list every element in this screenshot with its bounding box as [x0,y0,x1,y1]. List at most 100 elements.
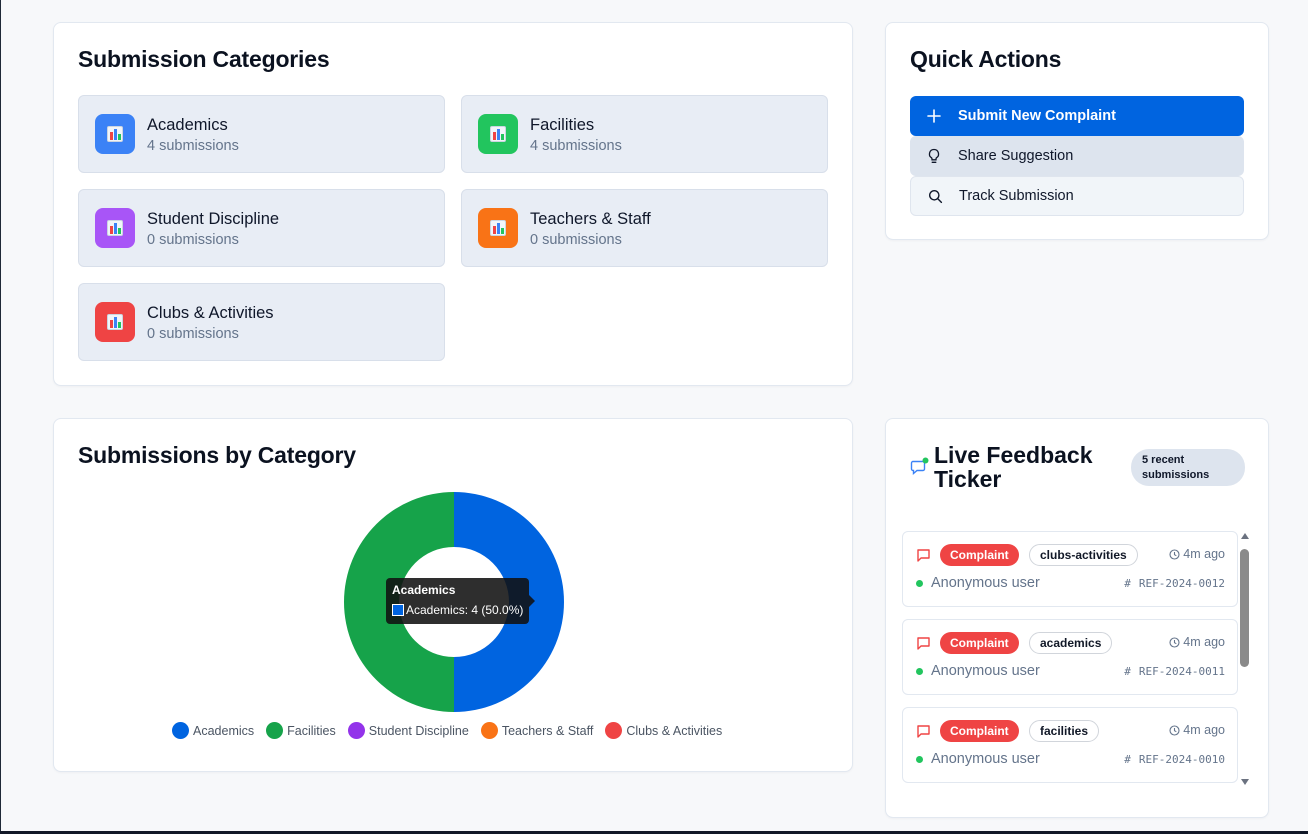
category-count: 0 submissions [530,232,622,248]
category-tile-clubs-activities[interactable]: Clubs & Activities 0 submissions [78,283,445,361]
timestamp: 4m ago [1169,723,1225,737]
categories-card: Submission Categories Academics 4 submis… [53,22,853,386]
legend-label: Clubs & Activities [626,723,723,738]
live-feedback-title-line2: Ticker [934,466,1002,492]
legend-item-facilities[interactable]: Facilities [266,722,336,739]
reference-id: # REF-2024-0012 [1124,577,1225,590]
legend-item-student-discipline[interactable]: Student Discipline [347,722,469,739]
quick-actions-card: Quick Actions Submit New Complaint Share… [885,22,1269,240]
timestamp-text: 4m ago [1183,723,1225,737]
tooltip-body: Academics: 4 (50.0%) [406,603,524,617]
category-tile-student-discipline[interactable]: Student Discipline 0 submissions [78,189,445,267]
message-icon [917,637,930,650]
recent-count-badge: 5 recent submissions [1131,449,1245,486]
type-badge: Complaint [940,720,1019,742]
share-suggestion-button[interactable]: Share Suggestion [910,136,1244,176]
category-tag: academics [1029,632,1113,654]
reference-text: REF-2024-0010 [1138,753,1225,766]
live-feedback-title: Live Feedback Ticker [934,443,1093,491]
message-live-icon [910,457,929,476]
legend-label: Facilities [287,723,336,738]
category-tile-teachers-staff[interactable]: Teachers & Staff 0 submissions [461,189,828,267]
legend-swatch [605,722,623,739]
message-icon [917,549,930,562]
category-tile-facilities[interactable]: Facilities 4 submissions [461,95,828,173]
legend-label: Teachers & Staff [501,723,594,738]
category-count: 4 submissions [147,138,239,154]
chart-legend: Academics Facilities Student Discipline Tea… [172,722,734,739]
feed-scrollbar[interactable] [1240,533,1250,785]
status-dot [916,668,923,675]
chart-bar-icon [95,208,135,248]
category-name: Clubs & Activities [147,304,274,322]
clock-icon [1169,636,1180,648]
category-name: Facilities [530,116,595,134]
legend-swatch [266,722,284,739]
category-name: Teachers & Staff [530,210,651,228]
chart-bar-icon [478,208,518,248]
reference-text: REF-2024-0011 [1138,665,1225,678]
search-icon [911,189,959,204]
tooltip-swatch [392,604,404,616]
category-tile-academics[interactable]: Academics 4 submissions [78,95,445,173]
legend-label: Student Discipline [368,723,469,738]
legend-item-teachers-staff[interactable]: Teachers & Staff [480,722,594,739]
user-label: Anonymous user [931,663,1040,679]
submit-complaint-label: Submit New Complaint [958,108,1116,124]
timestamp: 4m ago [1169,635,1225,649]
message-icon [917,725,930,738]
category-count: 0 submissions [147,232,239,248]
timestamp: 4m ago [1169,547,1225,561]
type-badge: Complaint [940,544,1019,566]
reference-id: # REF-2024-0010 [1124,753,1225,766]
scroll-down-arrow-icon[interactable] [1241,779,1249,785]
window-frame-left [0,0,1,834]
submissions-chart-card: Submissions by Category Academics Academ… [53,418,853,772]
scroll-thumb[interactable] [1240,549,1249,667]
reference-id: # REF-2024-0011 [1124,665,1225,678]
hash-icon: # [1124,665,1131,678]
live-feedback-title-line1: Live Feedback [934,442,1093,468]
clock-icon [1169,724,1180,736]
category-count: 0 submissions [147,326,239,342]
categories-title: Submission Categories [78,46,330,72]
user-label: Anonymous user [931,751,1040,767]
track-submission-button[interactable]: Track Submission [910,176,1244,216]
hash-icon: # [1124,753,1131,766]
category-tag: clubs-activities [1029,544,1138,566]
chart-title: Submissions by Category [78,442,356,468]
user-label: Anonymous user [931,575,1040,591]
lightbulb-icon [910,148,958,164]
legend-swatch [347,722,365,739]
type-badge: Complaint [940,632,1019,654]
plus-icon [910,109,958,123]
legend-swatch [480,722,498,739]
chart-tooltip: Academics Academics: 4 (50.0%) [386,578,535,624]
scroll-up-arrow-icon[interactable] [1241,533,1249,539]
timestamp-text: 4m ago [1183,635,1225,649]
clock-icon [1169,548,1180,560]
feedback-item[interactable]: Complaint facilities 4m ago Anonymous us… [902,707,1238,783]
category-tag: facilities [1029,720,1100,742]
category-name: Student Discipline [147,210,280,228]
quick-actions-title: Quick Actions [910,46,1062,72]
category-name: Academics [147,116,228,134]
share-suggestion-label: Share Suggestion [958,148,1074,164]
submit-complaint-button[interactable]: Submit New Complaint [910,96,1244,136]
hash-icon: # [1124,577,1131,590]
reference-text: REF-2024-0012 [1138,577,1225,590]
status-dot [916,756,923,763]
tooltip-caret [529,595,535,607]
feedback-item[interactable]: Complaint clubs-activities 4m ago Anonym… [902,531,1238,607]
chart-bar-icon [95,302,135,342]
legend-item-clubs-activities[interactable]: Clubs & Activities [605,722,722,739]
feedback-list[interactable]: Complaint clubs-activities 4m ago Anonym… [902,531,1238,787]
tooltip-title: Academics [392,583,456,597]
chart-bar-icon [478,114,518,154]
track-submission-label: Track Submission [959,188,1074,204]
recent-count-line1: 5 recent [1142,454,1185,466]
chart-bar-icon [95,114,135,154]
legend-item-academics[interactable]: Academics [172,722,254,739]
timestamp-text: 4m ago [1183,547,1225,561]
feedback-item[interactable]: Complaint academics 4m ago Anonymous use… [902,619,1238,695]
